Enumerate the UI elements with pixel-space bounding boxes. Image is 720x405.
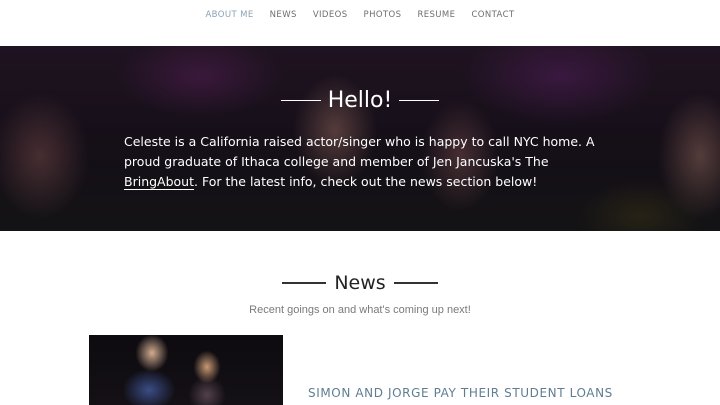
top-nav: ABOUT ME NEWS VIDEOS PHOTOS RESUME CONTA… [0,0,720,46]
bringabout-link[interactable]: BringAbout [124,174,194,189]
news-item-photo[interactable] [89,335,283,405]
news-rule-right [393,282,438,284]
nav-photos[interactable]: PHOTOS [356,10,410,20]
news-item-title[interactable]: SIMON AND JORGE PAY THEIR STUDENT LOANS [308,386,613,400]
hero-banner: Hello! Celeste is a California raised ac… [0,46,720,231]
hero-bio: Celeste is a California raised actor/sin… [124,132,604,192]
nav-videos[interactable]: VIDEOS [305,10,356,20]
nav-resume[interactable]: RESUME [409,10,463,20]
hero-title-row: Hello! [0,88,720,113]
news-heading-row: News [0,272,720,294]
hero-title: Hello! [327,88,393,113]
news-rule-left [282,282,327,284]
title-rule-left [280,99,321,102]
hero-bio-text-end: . For the latest info, check out the new… [194,174,538,189]
nav-contact[interactable]: CONTACT [463,10,522,20]
nav-news[interactable]: NEWS [262,10,305,20]
news-heading: News [334,272,386,294]
nav-about-me[interactable]: ABOUT ME [197,10,261,20]
news-subtitle: Recent goings on and what's coming up ne… [249,304,471,316]
title-rule-right [399,99,440,102]
hero-bio-text: Celeste is a California raised actor/sin… [124,134,595,169]
